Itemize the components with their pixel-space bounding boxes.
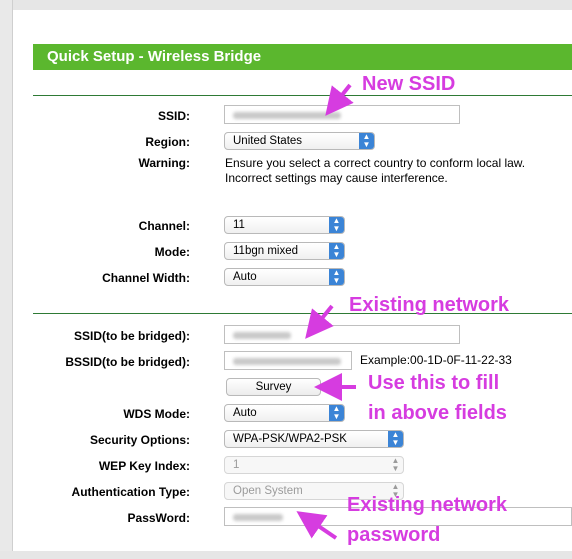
arrow-password	[296, 511, 338, 540]
annotation-arrows	[296, 83, 356, 540]
arrow-existing-network	[305, 304, 334, 339]
arrow-new-ssid	[325, 83, 354, 116]
